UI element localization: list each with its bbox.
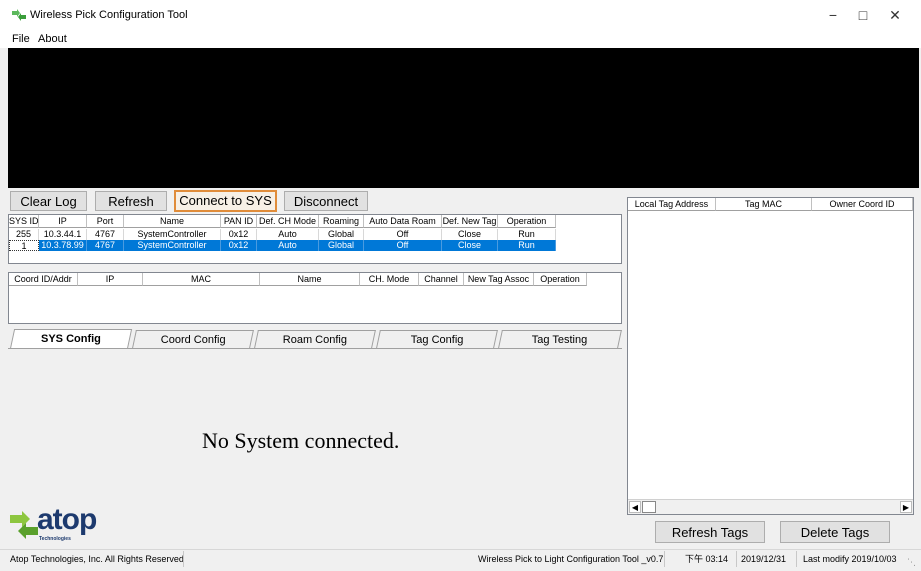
column-header[interactable]: Operation (534, 273, 587, 286)
tab-roam-config[interactable]: Roam Config (254, 330, 376, 348)
status-separator (796, 551, 797, 567)
column-header[interactable]: Tag MAC (716, 198, 812, 211)
table-cell: Close (442, 240, 498, 251)
status-separator (664, 551, 665, 567)
delete-tags-button[interactable]: Delete Tags (780, 521, 890, 543)
column-header[interactable]: Owner Coord ID (812, 198, 913, 211)
connect-to-sys-button[interactable]: Connect to SYS (174, 190, 277, 212)
refresh-button[interactable]: Refresh (95, 191, 167, 211)
close-button[interactable]: ✕ (881, 2, 909, 28)
tab-label: SYS Config (41, 333, 101, 345)
column-header[interactable]: New Tag Assoc (464, 273, 534, 286)
menu-file[interactable]: File (12, 33, 30, 45)
table-cell: 255 (9, 229, 39, 240)
column-header[interactable]: IP (78, 273, 143, 286)
maximize-button[interactable]: □ (849, 2, 877, 28)
status-date: 2019/12/31 (741, 554, 787, 564)
column-header[interactable]: CH. Mode (360, 273, 419, 286)
table-cell: Run (498, 240, 556, 251)
table-cell: Auto (257, 240, 319, 251)
column-header[interactable]: Name (260, 273, 360, 286)
tab-divider (8, 348, 622, 349)
tab-tag-config[interactable]: Tag Config (376, 330, 498, 348)
tag-table[interactable]: Local Tag Address Tag MAC Owner Coord ID ◀… (627, 197, 914, 515)
table-cell: 0x12 (221, 240, 257, 251)
table-cell: Auto (257, 229, 319, 240)
table-cell: SystemController (124, 240, 221, 251)
table-cell: Global (319, 229, 364, 240)
tab-sys-config[interactable]: SYS Config (9, 329, 133, 349)
disconnect-button[interactable]: Disconnect (284, 191, 368, 211)
scroll-thumb[interactable] (642, 501, 656, 513)
column-header[interactable]: SYS ID (9, 215, 39, 228)
logo-subtext: Technologies (39, 536, 71, 542)
atop-logo-icon (10, 511, 38, 539)
refresh-tags-button[interactable]: Refresh Tags (655, 521, 765, 543)
scroll-left-icon[interactable]: ◀ (629, 501, 641, 513)
tab-label: Roam Config (282, 334, 347, 346)
tab-label: Tag Config (410, 334, 464, 346)
column-header[interactable]: Roaming (319, 215, 364, 228)
column-header[interactable]: Coord ID/Addr (9, 273, 78, 286)
column-header[interactable]: Port (87, 215, 124, 228)
table-cell: 4767 (87, 240, 124, 251)
status-version: Wireless Pick to Light Configuration Too… (478, 554, 664, 564)
atop-logo: atop Technologies (10, 503, 110, 542)
column-header[interactable]: IP (39, 215, 87, 228)
table-cell: 1 (9, 240, 39, 251)
tab-coord-config[interactable]: Coord Config (132, 330, 254, 348)
sys-table[interactable]: SYS ID IP Port Name PAN ID Def. CH Mode Roamin… (8, 214, 622, 264)
column-header[interactable]: MAC (143, 273, 260, 286)
status-separator (736, 551, 737, 567)
menu-bar (0, 30, 921, 48)
column-header[interactable]: Auto Data Roam (364, 215, 442, 228)
status-time: 下午 03:14 (685, 554, 729, 564)
column-header[interactable]: Def. New Tag (442, 215, 498, 228)
window-title: Wireless Pick Configuration Tool (30, 9, 188, 21)
table-cell: 0x12 (221, 229, 257, 240)
column-header[interactable]: PAN ID (221, 215, 257, 228)
table-cell: 4767 (87, 229, 124, 240)
column-header[interactable]: Operation (498, 215, 556, 228)
column-header[interactable]: Channel (419, 273, 464, 286)
table-cell: Close (442, 229, 498, 240)
table-cell: 10.3.78.99 (39, 240, 87, 251)
status-copyright: Atop Technologies, Inc. All Rights Reser… (10, 554, 184, 564)
horizontal-scrollbar[interactable]: ◀ ▶ (628, 499, 913, 514)
resize-grip-icon: ⋱ (907, 557, 916, 567)
green-arrows-icon (12, 9, 26, 21)
coord-table[interactable]: Coord ID/Addr IP MAC Name CH. Mode Channel New… (8, 272, 622, 324)
table-cell: Run (498, 229, 556, 240)
column-header[interactable]: Local Tag Address (628, 198, 716, 211)
status-last-modify: Last modify 2019/10/03 (803, 554, 897, 564)
minimize-button[interactable]: − (819, 2, 847, 28)
tab-label: Tag Testing (532, 334, 588, 346)
tab-tag-testing[interactable]: Tag Testing (498, 330, 622, 348)
table-cell: Global (319, 240, 364, 251)
logo-text: atop (37, 503, 97, 536)
tab-label: Coord Config (160, 334, 226, 346)
table-cell: 10.3.44.1 (39, 229, 87, 240)
scroll-right-icon[interactable]: ▶ (900, 501, 912, 513)
table-cell: Off (364, 229, 442, 240)
column-header[interactable]: Def. CH Mode (257, 215, 319, 228)
table-cell: Off (364, 240, 442, 251)
table-cell: SystemController (124, 229, 221, 240)
clear-log-button[interactable]: Clear Log (10, 191, 87, 211)
log-console[interactable] (8, 48, 919, 188)
no-system-message: No System connected. (202, 428, 400, 453)
status-separator (183, 551, 184, 567)
menu-about[interactable]: About (38, 33, 67, 45)
column-header[interactable]: Name (124, 215, 221, 228)
